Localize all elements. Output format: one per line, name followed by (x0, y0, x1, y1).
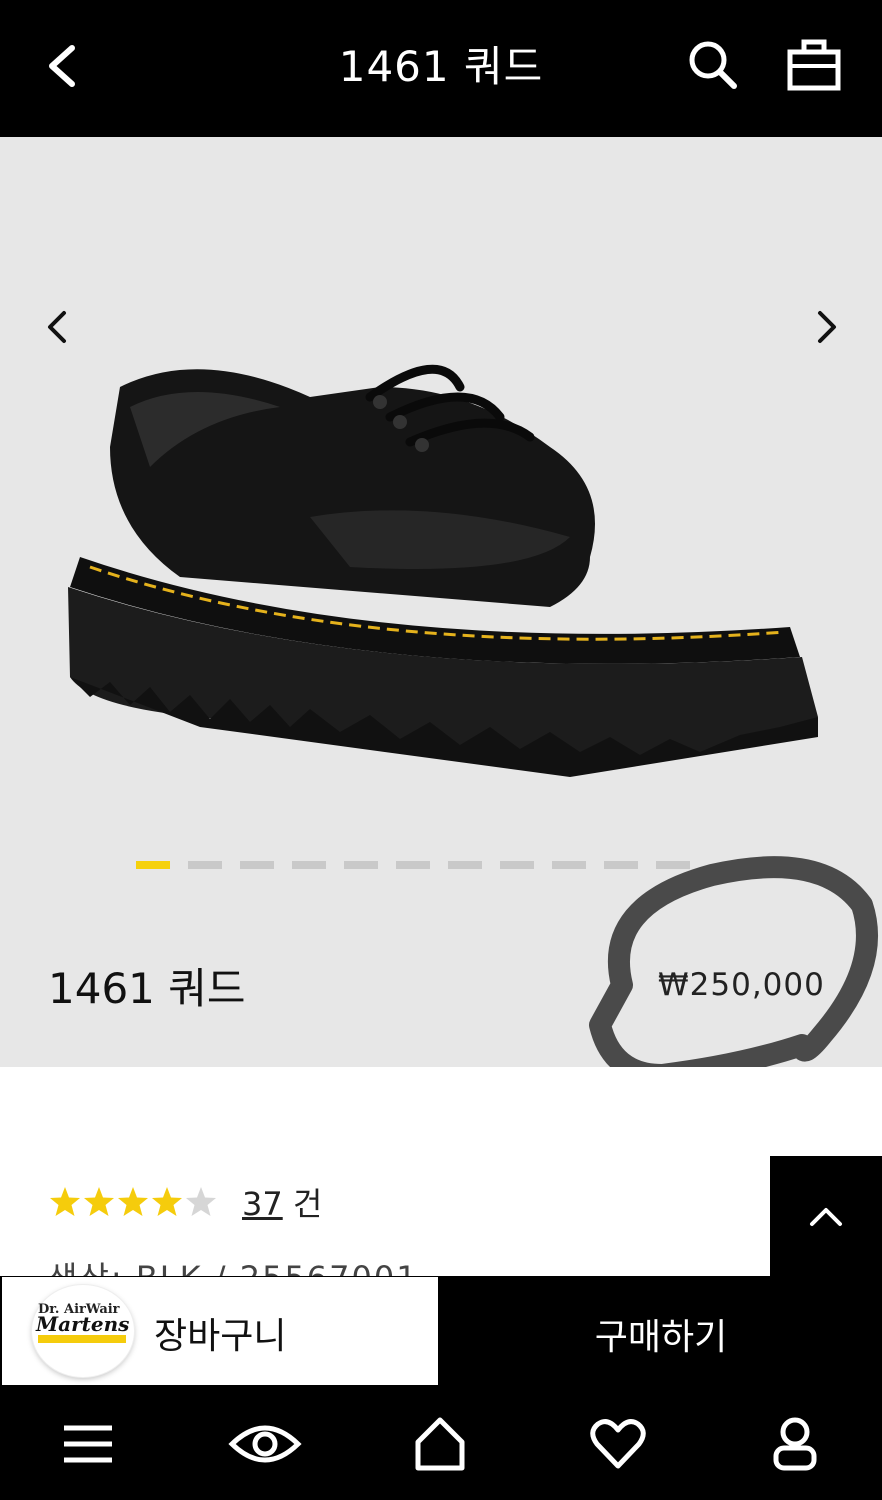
cart-label: 장바구니 (154, 1316, 287, 1357)
chevron-up-icon (810, 1208, 842, 1226)
pagination-dot[interactable] (500, 861, 534, 869)
pagination-dot[interactable] (344, 861, 378, 869)
dr-martens-logo: Dr. AirWair Martens (32, 1285, 134, 1377)
star-rating-icon (50, 1187, 216, 1216)
product-image-gallery[interactable]: 1461 쿼드 ₩250,000 (0, 137, 882, 1067)
menu-icon[interactable] (60, 1416, 116, 1472)
buy-now-button[interactable]: 구매하기 (440, 1276, 882, 1386)
hair-band-image (589, 856, 878, 1067)
bottom-navigation (0, 1386, 882, 1500)
top-app-bar: 1461 쿼드 (0, 0, 882, 137)
page-title: 1461 쿼드 (338, 42, 544, 91)
product-info-section: 37 건 색상: BLK / 25567001 (0, 1067, 882, 1276)
purchase-action-bar: Dr. AirWair Martens 장바구니 구매하기 (0, 1276, 882, 1386)
eye-icon[interactable] (228, 1416, 302, 1472)
add-to-cart-button[interactable]: Dr. AirWair Martens 장바구니 (2, 1277, 438, 1385)
scroll-to-top-button[interactable] (770, 1156, 882, 1276)
review-count-link[interactable]: 37 건 (242, 1179, 322, 1225)
heart-icon[interactable] (590, 1416, 646, 1472)
variant-info: 색상: BLK / 25567001 (48, 1253, 419, 1276)
review-count-unit: 건 (292, 1185, 323, 1223)
pagination-dot[interactable] (292, 861, 326, 869)
search-icon[interactable] (686, 38, 740, 92)
pagination-dot[interactable] (188, 861, 222, 869)
user-icon[interactable] (770, 1416, 820, 1472)
product-price: ₩250,000 (658, 967, 825, 1003)
shopping-bag-icon[interactable] (784, 34, 844, 94)
logo-text-line2: Martens (35, 1312, 129, 1336)
pagination-dot[interactable] (396, 861, 430, 869)
pagination-dot-active[interactable] (136, 861, 170, 869)
pagination-dot[interactable] (448, 861, 482, 869)
home-icon[interactable] (412, 1416, 468, 1472)
product-name: 1461 쿼드 (48, 964, 246, 1013)
pagination-dot[interactable] (552, 861, 586, 869)
pagination-dot[interactable] (240, 861, 274, 869)
buy-label: 구매하기 (594, 1317, 728, 1358)
review-count-number[interactable]: 37 (242, 1185, 283, 1223)
product-shoe-image (68, 364, 818, 777)
